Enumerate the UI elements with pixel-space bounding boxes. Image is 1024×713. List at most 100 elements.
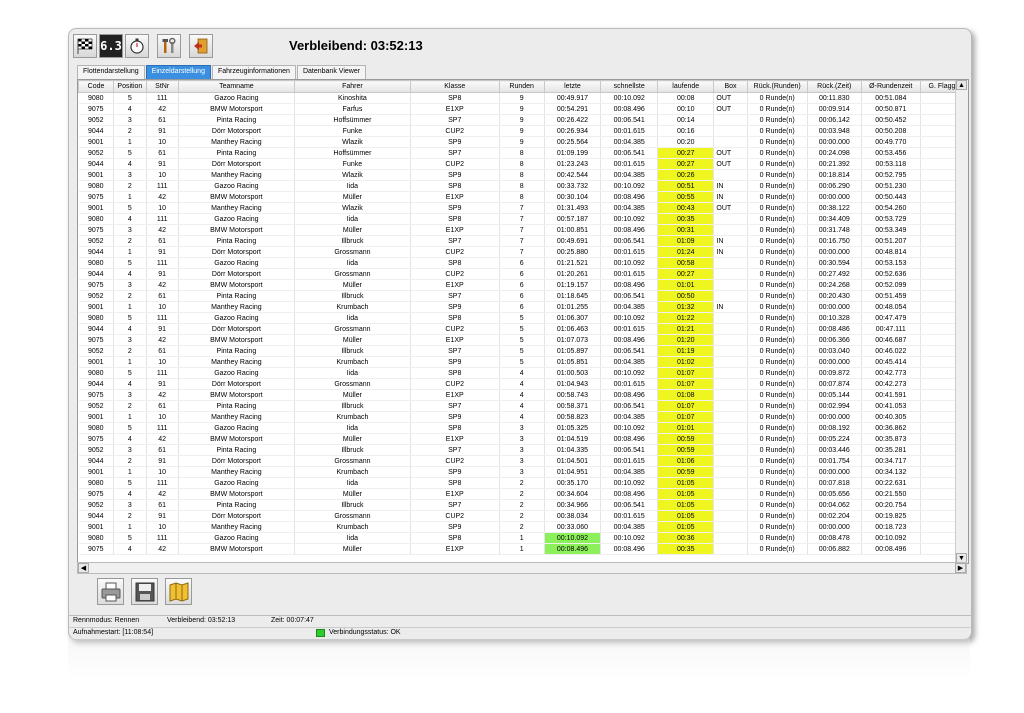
exit-door-icon[interactable] <box>189 34 213 58</box>
table-row[interactable]: 9075 4 42 BMW Motorsport Müller E1XP 3 01:04.51… <box>78 433 968 445</box>
column-header[interactable]: Klasse <box>409 80 500 93</box>
table-row[interactable]: 9001 1 10 Manthey Racing Krumbach SP9 3 01:04.9… <box>78 466 968 478</box>
table-cell: 00:06.541 <box>600 147 659 159</box>
table-row[interactable]: 9001 5 10 Manthey Racing Wlazik SP9 7 01:31.493… <box>78 202 968 214</box>
column-header[interactable]: StNr <box>145 80 179 93</box>
table-cell: Pinta Racing <box>178 235 296 247</box>
column-header[interactable]: Rück.(Zeit) <box>806 80 862 93</box>
table-row[interactable]: 9075 3 42 BMW Motorsport Müller E1XP 4 00:58.74… <box>78 389 968 401</box>
scroll-up-arrow-icon[interactable]: ▲ <box>956 80 967 90</box>
table-cell: 1 <box>499 543 545 555</box>
table-row[interactable]: 9075 4 42 BMW Motorsport Müller E1XP 2 00:34.60… <box>78 488 968 500</box>
table-cell: 9001 <box>78 411 115 423</box>
tools-icon[interactable] <box>157 34 181 58</box>
table-cell: SP9 <box>410 136 500 148</box>
tab-einzeldarstellung[interactable]: Einzeldarstellung <box>145 65 211 79</box>
save-button[interactable] <box>131 578 158 605</box>
column-header[interactable]: Teamname <box>177 80 296 93</box>
table-cell: 1 <box>113 301 147 313</box>
tab-fahrzeuginformationen[interactable]: Fahrzeuginformationen <box>211 65 296 79</box>
table-cell: 0 Runde(n) <box>747 312 808 324</box>
table-row[interactable]: 9075 3 42 BMW Motorsport Müller E1XP 6 01:19.15… <box>78 279 968 291</box>
table-cell: 00:08.496 <box>600 191 659 203</box>
column-header[interactable]: Box <box>713 80 748 93</box>
table-cell: 01:04.335 <box>544 444 602 456</box>
stopwatch-icon[interactable] <box>125 34 149 58</box>
print-button[interactable] <box>97 578 124 605</box>
table-row[interactable]: 9001 1 10 Manthey Racing Wlazik SP9 9 00:25.564… <box>78 136 968 148</box>
column-header[interactable]: Code <box>78 80 115 93</box>
checkered-flag-icon[interactable] <box>73 34 97 58</box>
table-row[interactable]: 9075 3 42 BMW Motorsport Müller E1XP 7 01:00.85… <box>78 224 968 236</box>
table-cell: 1 <box>113 246 147 258</box>
table-row[interactable]: 9080 5 111 Gazoo Racing Iida SP8 2 00:35.170 00:… <box>78 477 968 489</box>
table-row[interactable]: 9044 2 91 Dörr Motorsport Grossmann CUP2 2 00:3… <box>78 510 968 522</box>
vertical-scrollbar[interactable]: ▲ ▼ <box>955 80 968 563</box>
column-header[interactable]: letzte <box>543 80 602 93</box>
column-header[interactable]: Position <box>113 80 147 93</box>
table-cell: 00:00.000 <box>807 136 862 148</box>
table-cell: 00:27 <box>657 158 715 170</box>
table-row[interactable]: 9044 1 91 Dörr Motorsport Grossmann CUP2 7 00:2… <box>78 246 968 258</box>
column-header[interactable]: laufende <box>657 80 715 93</box>
tab-datenbank-viewer[interactable]: Datenbank Viewer <box>296 65 367 79</box>
table-row[interactable]: 9044 4 91 Dörr Motorsport Funke CUP2 8 01:23.24… <box>78 158 968 170</box>
display-63-icon[interactable]: 6.3 <box>99 34 123 58</box>
table-row[interactable]: 9044 4 91 Dörr Motorsport Grossmann CUP2 6 01:2… <box>78 268 968 280</box>
scroll-left-arrow-icon[interactable]: ◀ <box>78 563 89 573</box>
table-row[interactable]: 9080 5 111 Gazoo Racing Iida SP8 5 01:06.307 00:… <box>78 312 968 324</box>
table-row[interactable]: 9080 2 111 Gazoo Racing Iida SP8 8 00:33.732 00:… <box>78 180 968 192</box>
scroll-right-arrow-icon[interactable]: ▶ <box>955 563 966 573</box>
table-cell: 00:49.691 <box>544 235 602 247</box>
table-row[interactable]: 9052 2 61 Pinta Racing Illbruck SP7 7 00:49.691… <box>78 235 968 247</box>
table-cell: Manthey Racing <box>178 301 296 313</box>
table-row[interactable]: 9044 2 91 Dörr Motorsport Funke CUP2 9 00:26.93… <box>78 125 968 137</box>
column-header[interactable]: schnellste <box>600 80 659 93</box>
map-button[interactable] <box>165 578 192 605</box>
table-cell: Grossmann <box>294 378 411 390</box>
recording-start-status: Aufnahmestart: [11:08:54] <box>73 629 154 636</box>
table-row[interactable]: 9044 4 91 Dörr Motorsport Grossmann CUP2 4 01:0… <box>78 378 968 390</box>
table-cell: 5 <box>113 92 147 104</box>
table-row[interactable]: 9052 2 61 Pinta Racing Illbruck SP7 4 00:58.371… <box>78 400 968 412</box>
table-row[interactable]: 9052 3 61 Pinta Racing Illbruck SP7 3 01:04.335… <box>78 444 968 456</box>
table-cell: Iida <box>294 257 411 269</box>
table-row[interactable]: 9052 3 61 Pinta Racing Hoffsümmer SP7 9 00:26.4… <box>78 114 968 126</box>
table-row[interactable]: 9044 4 91 Dörr Motorsport Grossmann CUP2 5 01:0… <box>78 323 968 335</box>
table-row[interactable]: 9080 5 111 Gazoo Racing Iida SP8 4 01:00.503 00:… <box>78 367 968 379</box>
table-row[interactable]: 9075 3 42 BMW Motorsport Müller E1XP 5 01:07.07… <box>78 334 968 346</box>
table-row[interactable]: 9052 2 61 Pinta Racing Illbruck SP7 6 01:18.645… <box>78 290 968 302</box>
table-row[interactable]: 9001 1 10 Manthey Racing Krumbach SP9 4 00:58.8… <box>78 411 968 423</box>
table-row[interactable]: 9075 4 42 BMW Motorsport Farfus E1XP 9 00:54.29… <box>78 103 968 115</box>
table-row[interactable]: 9001 1 10 Manthey Racing Krumbach SP9 5 01:05.8… <box>78 356 968 368</box>
table-row[interactable]: 9001 1 10 Manthey Racing Krumbach SP9 2 00:33.0… <box>78 521 968 533</box>
table-cell: 00:24.268 <box>807 279 862 291</box>
table-cell: 9052 <box>78 345 115 357</box>
table-row[interactable]: 9075 4 42 BMW Motorsport Müller E1XP 1 00:08.49… <box>78 543 968 555</box>
table-row[interactable]: 9001 1 10 Manthey Racing Krumbach SP9 6 01:01.2… <box>78 301 968 313</box>
table-cell: SP8 <box>410 92 500 104</box>
table-cell: Iida <box>294 532 411 544</box>
table-row[interactable]: 9075 1 42 BMW Motorsport Müller E1XP 8 00:30.10… <box>78 191 968 203</box>
column-header[interactable]: Runden <box>498 80 545 93</box>
table-cell: 8 <box>499 147 545 159</box>
table-row[interactable]: 9001 3 10 Manthey Racing Wlazik SP9 8 00:42.544… <box>78 169 968 181</box>
table-row[interactable]: 9080 5 111 Gazoo Racing Iida SP8 6 01:21.521 00:… <box>78 257 968 269</box>
column-header[interactable]: Ø-Rundenzeit <box>860 80 921 93</box>
connection-status: Verbindungsstatus: OK <box>329 629 401 636</box>
table-row[interactable]: 9044 2 91 Dörr Motorsport Grossmann CUP2 3 01:0… <box>78 455 968 467</box>
table-cell: 9044 <box>78 455 115 467</box>
table-row[interactable]: 9080 5 111 Gazoo Racing Kinoshita SP8 9 00:49.9… <box>78 92 968 104</box>
table-row[interactable]: 9080 5 111 Gazoo Racing Iida SP8 1 00:10.092 00:… <box>78 532 968 544</box>
table-row[interactable]: 9052 5 61 Pinta Racing Hoffsümmer SP7 8 01:09.1… <box>78 147 968 159</box>
table-cell: 0 Runde(n) <box>747 400 808 412</box>
table-row[interactable]: 9052 2 61 Pinta Racing Illbruck SP7 5 01:05.897… <box>78 345 968 357</box>
table-row[interactable]: 9080 5 111 Gazoo Racing Iida SP8 3 01:05.325 00:… <box>78 422 968 434</box>
table-row[interactable]: 9052 3 61 Pinta Racing Illbruck SP7 2 00:34.966… <box>78 499 968 511</box>
table-row[interactable]: 9080 4 111 Gazoo Racing Iida SP8 7 00:57.187 00:… <box>78 213 968 225</box>
horizontal-scrollbar[interactable]: ◀ ▶ <box>77 562 967 574</box>
column-header[interactable]: Fahrer <box>294 80 411 93</box>
column-header[interactable]: Rück.(Runden) <box>746 80 808 93</box>
tab-flottendarstellung[interactable]: Flottendarstellung <box>77 65 145 79</box>
table-cell: 9001 <box>78 202 115 214</box>
